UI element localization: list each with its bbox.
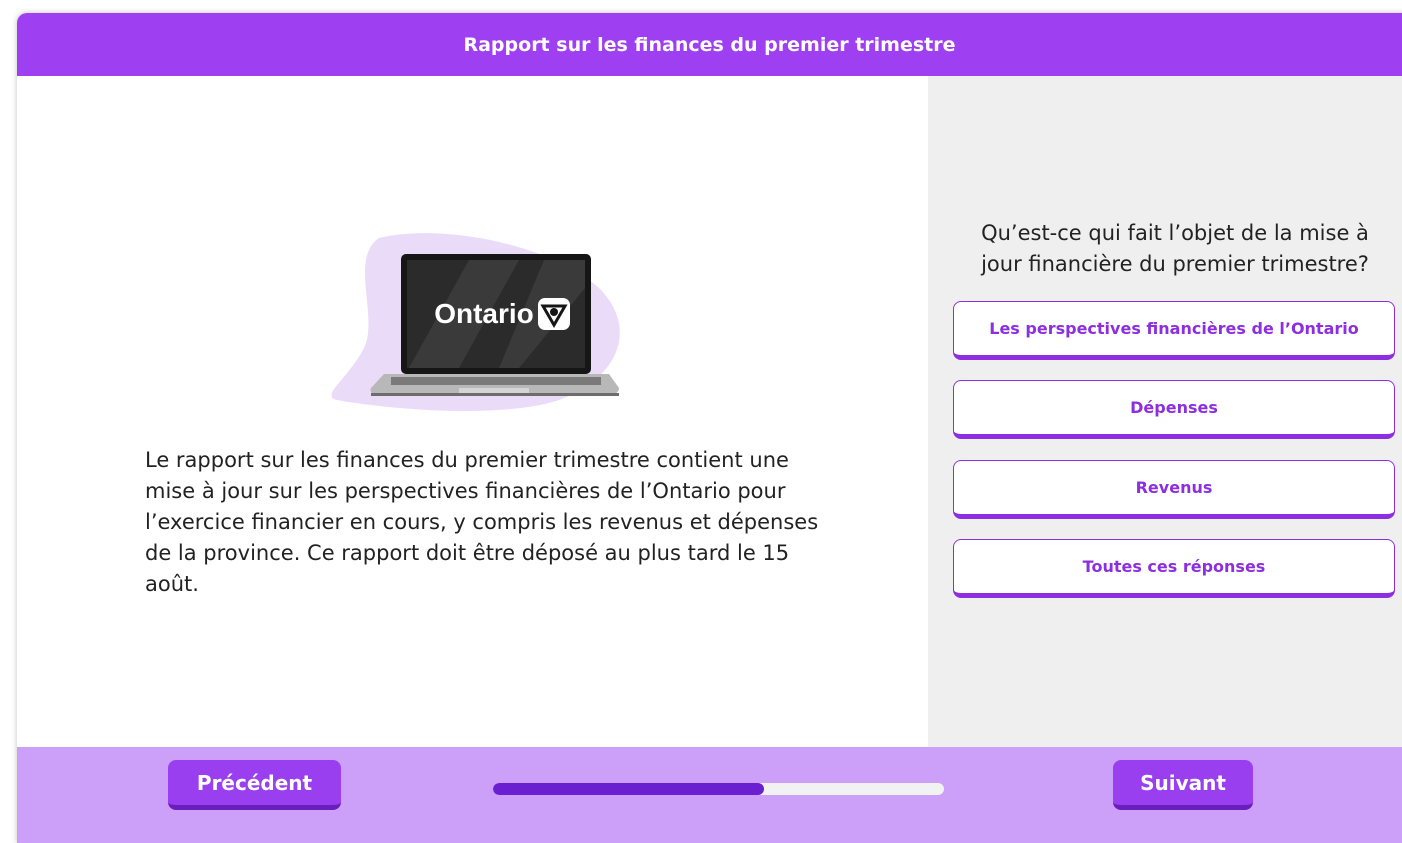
- ontario-wordmark: Ontario: [434, 298, 534, 329]
- progress-fill: [493, 783, 764, 795]
- next-button[interactable]: Suivant: [1113, 760, 1253, 810]
- previous-button[interactable]: Précédent: [168, 760, 341, 810]
- footer-bar: Précédent Suivant: [17, 747, 1402, 843]
- progress-bar: [493, 783, 944, 795]
- answer-option-all[interactable]: Toutes ces réponses: [953, 539, 1395, 598]
- answer-option-expenses[interactable]: Dépenses: [953, 380, 1395, 439]
- quiz-panel: Qu’est-ce qui fait l’objet de la mise à …: [928, 76, 1402, 747]
- header-bar: Rapport sur les finances du premier trim…: [17, 13, 1402, 76]
- page-title: Rapport sur les finances du premier trim…: [463, 33, 956, 56]
- laptop-edge: [371, 393, 619, 396]
- answer-option-revenues[interactable]: Revenus: [953, 460, 1395, 519]
- content-panel: Ontario Le rapport sur les finances du p…: [17, 76, 928, 747]
- answer-label: Toutes ces réponses: [1082, 557, 1266, 576]
- laptop-illustration: Ontario: [331, 233, 620, 411]
- ontario-trillium-icon: [538, 298, 570, 330]
- body-paragraph: Le rapport sur les finances du premier t…: [145, 448, 819, 596]
- answer-option-outlook[interactable]: Les perspectives financières de l’Ontari…: [953, 301, 1395, 360]
- quiz-question: Qu’est-ce qui fait l’objet de la mise à …: [981, 221, 1369, 276]
- laptop-touchpad: [459, 388, 529, 393]
- answer-label: Revenus: [1135, 478, 1213, 497]
- course-frame: Rapport sur les finances du premier trim…: [17, 13, 1402, 843]
- answer-label: Les perspectives financières de l’Ontari…: [989, 319, 1359, 338]
- laptop-keyboard: [391, 377, 601, 385]
- answer-label: Dépenses: [1130, 398, 1218, 417]
